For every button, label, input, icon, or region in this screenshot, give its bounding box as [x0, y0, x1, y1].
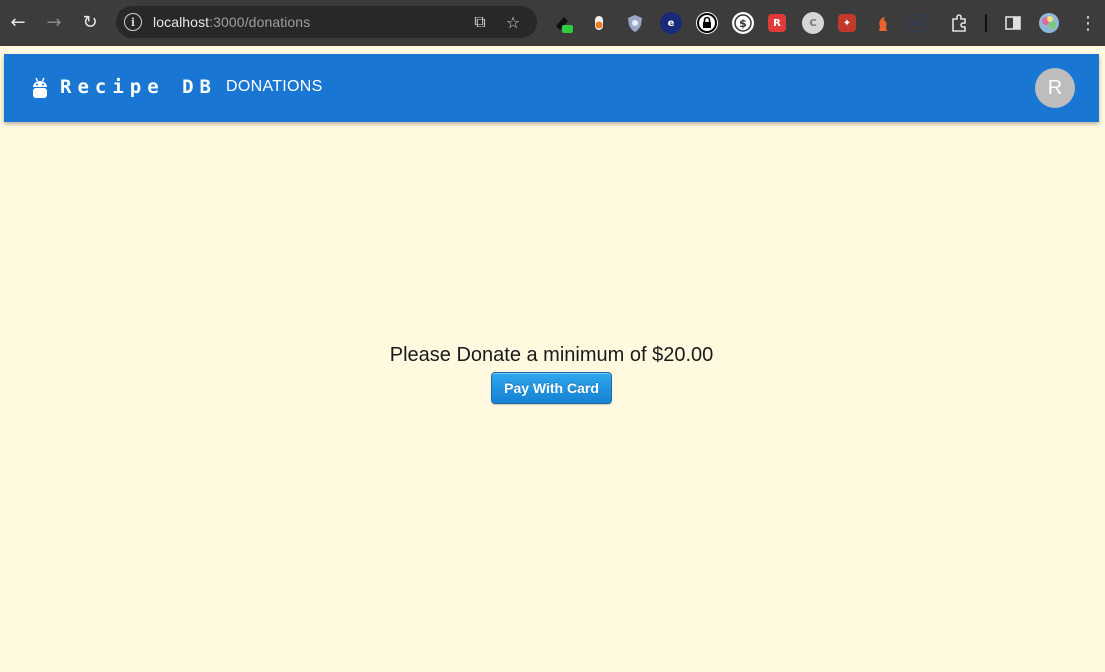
extension-chess-icon[interactable]: [872, 12, 894, 34]
extension-blue-circle-icon[interactable]: e: [660, 12, 682, 34]
reload-icon[interactable]: ↻: [72, 4, 108, 40]
app-header: Recipe DB DONATIONS R: [4, 54, 1099, 122]
star-icon[interactable]: ☆: [503, 12, 523, 32]
extension-red-puzzle-icon[interactable]: ✦: [838, 14, 856, 32]
url-host: localhost: [153, 14, 210, 30]
donation-message: Please Donate a minimum of $20.00: [389, 344, 714, 366]
address-url[interactable]: localhost:3000/donations: [153, 14, 310, 30]
url-path: :3000/donations: [209, 14, 311, 30]
pay-with-card-button[interactable]: Pay With Card: [491, 372, 612, 404]
toolbar-divider: [985, 14, 987, 32]
site-info-icon[interactable]: i: [124, 13, 142, 31]
back-arrow-icon[interactable]: ←: [0, 4, 36, 40]
browser-toolbar: ← → ↻ i localhost:3000/donations ⧉ ☆ e $…: [0, 0, 1105, 46]
user-avatar[interactable]: R: [1035, 68, 1075, 108]
puzzle-icon[interactable]: [948, 8, 970, 38]
nav-donations-link[interactable]: DONATIONS: [226, 78, 323, 96]
extensions-row: e $ R C ✦ A: [552, 8, 942, 38]
extension-shield-icon[interactable]: [624, 12, 646, 34]
extension-a-circle-icon[interactable]: A: [908, 14, 926, 32]
donation-page: Please Donate a minimum of $20.00 Pay Wi…: [0, 122, 1105, 672]
android-logo-icon: [31, 77, 49, 99]
svg-text:$: $: [739, 17, 747, 30]
profile-avatar-icon[interactable]: [1038, 8, 1060, 38]
side-panel-icon[interactable]: [1003, 8, 1023, 38]
open-in-new-icon[interactable]: ⧉: [470, 12, 490, 32]
kebab-menu-icon[interactable]: ⋮: [1079, 8, 1097, 38]
extension-dollar-icon[interactable]: $: [732, 12, 754, 34]
address-bar[interactable]: i localhost:3000/donations ⧉ ☆: [116, 6, 537, 38]
brand-title[interactable]: Recipe DB: [60, 76, 217, 98]
extension-green-tag-icon[interactable]: [552, 12, 574, 34]
extension-orange-pill-icon[interactable]: [588, 12, 610, 34]
extension-red-square-icon[interactable]: R: [768, 14, 786, 32]
forward-arrow-icon[interactable]: →: [36, 4, 72, 40]
extension-gray-circle-icon[interactable]: C: [802, 12, 824, 34]
extension-lock-icon[interactable]: [696, 12, 718, 34]
